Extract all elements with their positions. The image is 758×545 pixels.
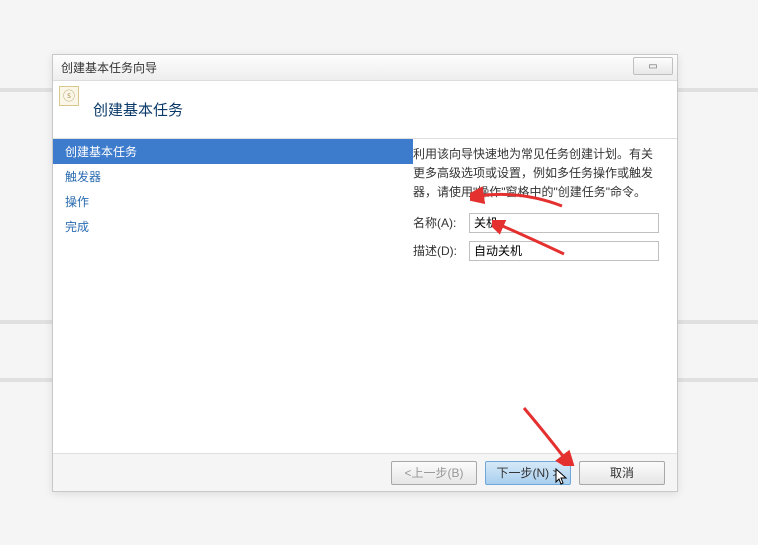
sidebar-item-finish[interactable]: 完成 xyxy=(53,214,413,239)
titlebar-title: 创建基本任务向导 xyxy=(61,59,157,76)
name-label: 名称(A): xyxy=(413,214,469,231)
wizard-title: 创建基本任务 xyxy=(93,99,183,120)
close-icon: ▭ xyxy=(648,61,657,72)
wizard-dialog: 创建基本任务向导 ▭ ⓢ 创建基本任务 创建基本任务 触发器 操作 完成 利用该 xyxy=(52,54,678,492)
name-field-row: 名称(A): xyxy=(413,213,659,233)
button-bar: <上一步(B) 下一步(N) > 取消 xyxy=(53,453,677,491)
sidebar-item-action[interactable]: 操作 xyxy=(53,189,413,214)
cancel-button[interactable]: 取消 xyxy=(579,461,665,485)
sidebar-item-label: 完成 xyxy=(65,220,89,234)
wizard-content: 创建基本任务 触发器 操作 完成 利用该向导快速地为常见任务创建计划。有关更多高… xyxy=(53,139,677,453)
sidebar-item-label: 触发器 xyxy=(65,170,101,184)
back-button[interactable]: <上一步(B) xyxy=(391,461,477,485)
desc-input[interactable] xyxy=(469,241,659,261)
close-button[interactable]: ▭ xyxy=(633,57,673,75)
wizard-header: ⓢ 创建基本任务 xyxy=(53,81,677,139)
sidebar-item-trigger[interactable]: 触发器 xyxy=(53,164,413,189)
sidebar-item-label: 创建基本任务 xyxy=(65,145,137,159)
name-input[interactable] xyxy=(469,213,659,233)
sidebar-item-create-task[interactable]: 创建基本任务 xyxy=(53,139,413,164)
titlebar: 创建基本任务向导 ▭ xyxy=(53,55,677,81)
wizard-sidebar: 创建基本任务 触发器 操作 完成 xyxy=(53,139,413,453)
wizard-form: 利用该向导快速地为常见任务创建计划。有关更多高级选项或设置，例如多任务操作或触发… xyxy=(413,139,677,453)
wizard-icon: ⓢ xyxy=(59,86,79,106)
desc-field-row: 描述(D): xyxy=(413,241,659,261)
desc-label: 描述(D): xyxy=(413,242,469,259)
sidebar-item-label: 操作 xyxy=(65,195,89,209)
next-button[interactable]: 下一步(N) > xyxy=(485,461,571,485)
intro-text: 利用该向导快速地为常见任务创建计划。有关更多高级选项或设置，例如多任务操作或触发… xyxy=(413,145,659,203)
